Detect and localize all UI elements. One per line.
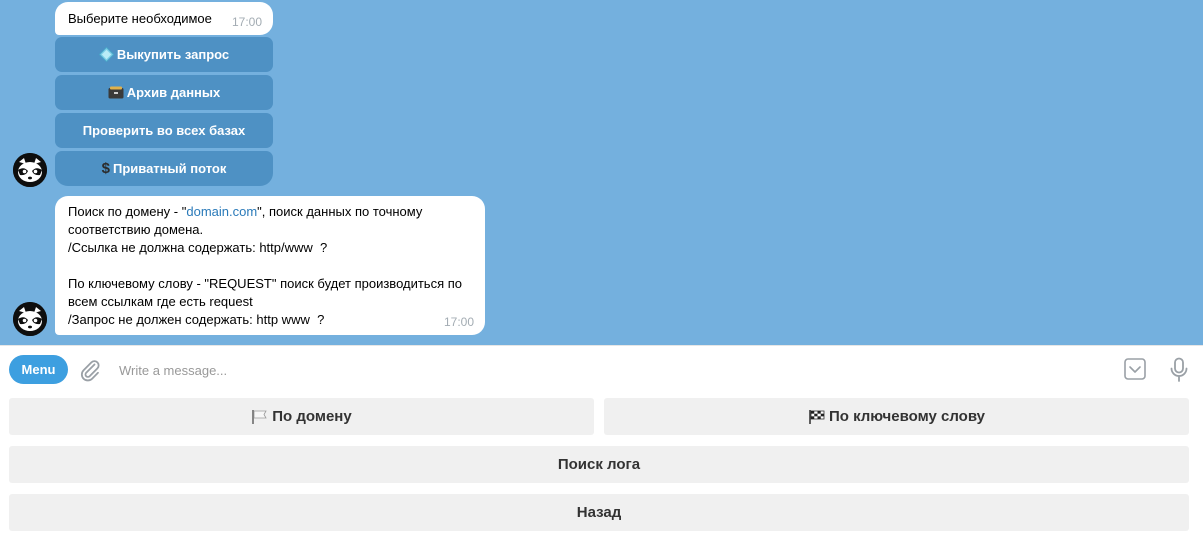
message-line: соответствию домена. (68, 222, 204, 237)
bot-avatar[interactable] (13, 153, 47, 187)
message-composer: Menu (0, 345, 1203, 394)
reply-button-label: По домену (272, 408, 352, 425)
menu-button[interactable]: Menu (9, 355, 68, 384)
message-line: всем ссылкам где есть request (68, 294, 253, 309)
message-time: 17:00 (443, 315, 474, 329)
microphone-icon[interactable] (1169, 357, 1189, 388)
inline-button-data-archive[interactable]: Архив данных (55, 75, 273, 110)
message-line: /Запрос не должен содержать: http www ? (68, 312, 325, 327)
paperclip-icon[interactable] (78, 358, 102, 387)
inline-button-label: Выкупить запрос (116, 47, 230, 62)
inline-button-label: Проверить во всех базах (82, 123, 246, 138)
inline-button-private-stream[interactable]: $ Приватный поток (55, 151, 273, 186)
inline-button-check-all-bases[interactable]: Проверить во всех базах (55, 113, 273, 148)
message-bubble: Поиск по домену - "domain.com", поиск да… (55, 196, 485, 335)
dollar-icon: $ (101, 160, 110, 177)
bot-keyboard-icon[interactable] (1124, 358, 1146, 385)
message-line: Поиск по домену - "domain.com", поиск да… (68, 203, 472, 221)
reply-button-by-keyword[interactable]: По ключевому слову (604, 398, 1189, 435)
message-bubble: Выберите необходимое 17:00 (55, 2, 273, 35)
raccoon-icon (13, 302, 47, 336)
message-text: Поиск по домену - " (68, 204, 187, 219)
card-file-box-icon (108, 86, 124, 99)
bot-avatar[interactable] (13, 302, 47, 336)
reply-button-by-domain[interactable]: По домену (9, 398, 594, 435)
reply-button-label: Поиск лога (557, 456, 641, 473)
chat-area: Выберите необходимое 17:00 Выкупить запр… (0, 0, 1203, 345)
message-time: 17:00 (231, 15, 262, 29)
diamond-icon (98, 47, 114, 62)
checkered-flag-icon (808, 409, 826, 425)
white-flag-icon (251, 409, 269, 425)
reply-button-label: По ключевому слову (828, 408, 986, 425)
message-text: Выберите необходимое (68, 11, 212, 26)
domain-link[interactable]: domain.com (186, 204, 257, 219)
message-line: /Ссылка не должна содержать: http/www ? (68, 240, 328, 255)
raccoon-icon (13, 153, 47, 187)
inline-button-buy-request[interactable]: Выкупить запрос (55, 37, 273, 72)
inline-button-label: Приватный поток (112, 161, 227, 176)
reply-button-log-search[interactable]: Поиск лога (9, 446, 1189, 483)
inline-button-label: Архив данных (126, 85, 221, 100)
reply-button-label: Назад (576, 504, 622, 521)
reply-button-back[interactable]: Назад (9, 494, 1189, 531)
message-line: По ключевому слову - "REQUEST" поиск буд… (68, 276, 463, 291)
message-input[interactable] (119, 359, 1099, 381)
message-text: ", поиск данных по точному (257, 204, 423, 219)
